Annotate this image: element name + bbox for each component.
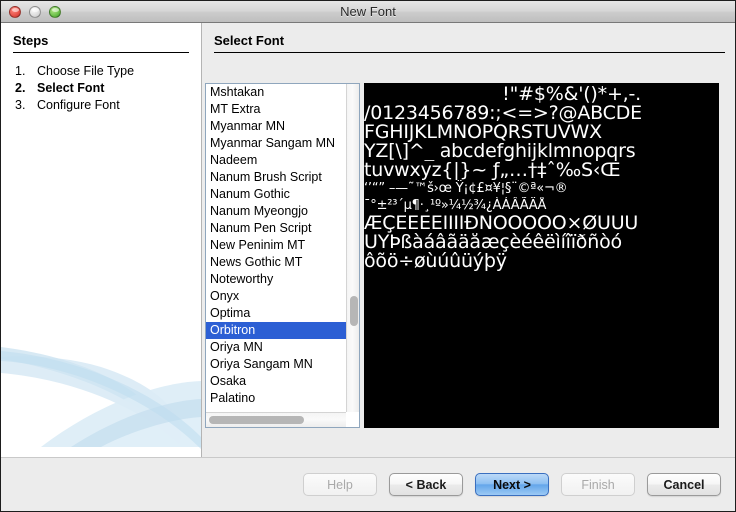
font-list-viewport[interactable]: Mshtakan MT Extra Myanmar MN Myanmar San…	[206, 84, 346, 412]
list-item[interactable]: Onyx	[206, 288, 346, 305]
font-preview-text: !"#$%&'()*+,-. /0123456789:;<=>?@ABCDE F…	[364, 83, 719, 271]
minimize-button[interactable]	[29, 6, 41, 18]
list-item[interactable]: Nanum Pen Script	[206, 220, 346, 237]
list-item[interactable]: MT Extra	[206, 101, 346, 118]
list-item[interactable]: Oriya MN	[206, 339, 346, 356]
list-item[interactable]: News Gothic MT	[206, 254, 346, 271]
steps-sidebar: Steps 1. Choose File Type 2. Select Font…	[1, 23, 202, 457]
list-item[interactable]: Optima	[206, 305, 346, 322]
list-item[interactable]: Oriya Sangam MN	[206, 356, 346, 373]
step-number: 1.	[15, 63, 37, 80]
preview-line: ÜÝÞßàáâãäåæçèéêëìíîïðñòó	[364, 233, 719, 252]
list-item[interactable]: Noteworthy	[206, 271, 346, 288]
font-list-vertical-scrollbar[interactable]	[346, 84, 359, 412]
back-button[interactable]: < Back	[389, 473, 463, 496]
preview-line: ‘’“” –—˜™š›œ Ÿ¡¢£¤¥¦§¨©ª«¬­®	[364, 180, 719, 197]
cancel-button[interactable]: Cancel	[647, 473, 721, 496]
steps-heading-rule	[13, 52, 189, 53]
step-number: 3.	[15, 97, 37, 114]
finish-button[interactable]: Finish	[561, 473, 635, 496]
list-item[interactable]: Nadeem	[206, 152, 346, 169]
list-item[interactable]: Nanum Myeongjo	[206, 203, 346, 220]
wizard-button-bar: Help < Back Next > Finish Cancel	[1, 457, 735, 511]
font-preview-panel: !"#$%&'()*+,-. /0123456789:;<=>?@ABCDE F…	[364, 83, 719, 428]
preview-line: /0123456789:;<=>?@ABCDE	[364, 104, 719, 123]
scrollbar-corner	[346, 412, 359, 427]
decorative-swoosh-graphic	[1, 317, 201, 457]
step-label: Configure Font	[37, 97, 120, 114]
window-title: New Font	[1, 4, 735, 19]
pane-heading: Select Font	[202, 23, 735, 50]
preview-line: YZ[\]^_ abcdefghijklmnopqrs	[364, 142, 719, 161]
list-item[interactable]: Palatino	[206, 390, 346, 407]
help-button[interactable]: Help	[303, 473, 377, 496]
step-item-2: 2. Select Font	[15, 80, 201, 97]
list-item[interactable]: Mshtakan	[206, 84, 346, 101]
list-item-selected[interactable]: Orbitron	[206, 322, 346, 339]
font-list[interactable]: Mshtakan MT Extra Myanmar MN Myanmar San…	[205, 83, 360, 428]
preview-line: FGHIJKLMNOPQRSTUVWX	[364, 123, 719, 142]
preview-line: ÆÇÈÉÊËÌÍÎÏÐÑÒÓÔÕÖ×ØÙÚÛ	[364, 214, 719, 233]
list-item[interactable]: Osaka	[206, 373, 346, 390]
vertical-scrollbar-thumb[interactable]	[350, 296, 358, 326]
step-item-1: 1. Choose File Type	[15, 63, 201, 80]
titlebar: New Font	[1, 1, 735, 23]
list-item[interactable]: Nanum Gothic	[206, 186, 346, 203]
preview-line: ¯°±²³´µ¶·¸¹º»¼½¾¿ÀÁÂÃÄÅ	[364, 197, 719, 214]
list-item[interactable]: New Peninim MT	[206, 237, 346, 254]
window-content: Steps 1. Choose File Type 2. Select Font…	[1, 23, 735, 457]
step-label: Select Font	[37, 80, 104, 97]
list-item[interactable]: Myanmar Sangam MN	[206, 135, 346, 152]
step-number: 2.	[15, 80, 37, 97]
preview-line: !"#$%&'()*+,-.	[364, 85, 719, 104]
zoom-button[interactable]	[49, 6, 61, 18]
preview-line: tuvwxyz{|}~ ƒ„…†‡ˆ‰Š‹Œ	[364, 161, 719, 180]
step-item-3: 3. Configure Font	[15, 97, 201, 114]
steps-heading: Steps	[1, 23, 201, 50]
pane-heading-rule	[214, 52, 725, 53]
window-controls	[1, 6, 61, 18]
font-list-horizontal-scrollbar[interactable]	[206, 412, 346, 427]
pane-body: Mshtakan MT Extra Myanmar MN Myanmar San…	[202, 55, 735, 457]
list-item[interactable]: Nanum Brush Script	[206, 169, 346, 186]
steps-list: 1. Choose File Type 2. Select Font 3. Co…	[1, 63, 201, 114]
preview-line: ôõö÷øùúûüýþÿ	[364, 252, 719, 271]
select-font-pane: Select Font Mshtakan MT Extra Myanmar MN…	[202, 23, 735, 457]
new-font-wizard-window: New Font Steps 1. Choose File Type 2. Se…	[0, 0, 736, 512]
close-button[interactable]	[9, 6, 21, 18]
horizontal-scrollbar-thumb[interactable]	[209, 416, 304, 424]
list-item[interactable]: Myanmar MN	[206, 118, 346, 135]
step-label: Choose File Type	[37, 63, 134, 80]
next-button[interactable]: Next >	[475, 473, 549, 496]
